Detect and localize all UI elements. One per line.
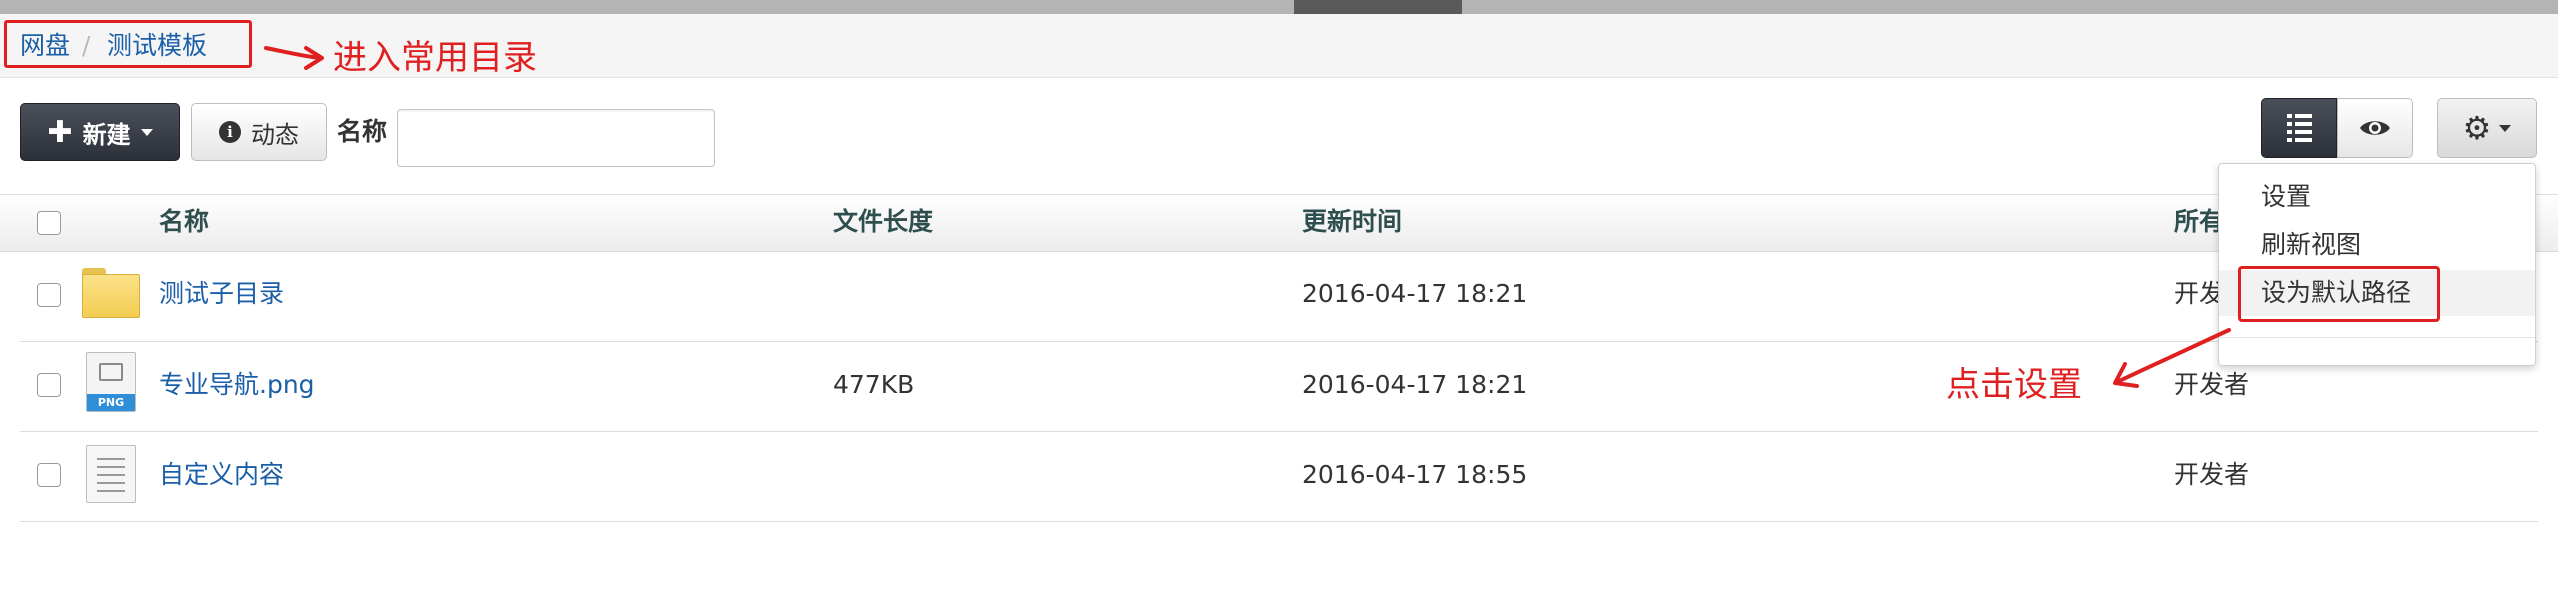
file-name-link[interactable]: 自定义内容: [159, 460, 284, 490]
info-icon: i: [219, 121, 241, 143]
annotation-breadcrumb-note: 进入常用目录: [333, 38, 537, 78]
file-name-link[interactable]: 测试子目录: [159, 279, 284, 309]
file-owner: 开发者: [2174, 460, 2250, 489]
eye-icon: [2360, 121, 2390, 135]
row-checkbox[interactable]: [37, 283, 61, 307]
folder-icon: [82, 268, 140, 318]
preview-view-button[interactable]: [2337, 98, 2413, 158]
settings-dropdown-menu: 设置 刷新视图 设为默认路径: [2218, 163, 2536, 366]
new-button-label: 新建: [82, 120, 131, 149]
menu-divider: [2219, 337, 2535, 338]
menu-item-highlight-box: [2238, 266, 2440, 322]
row-checkbox[interactable]: [37, 373, 61, 397]
settings-dropdown-button[interactable]: ⚙: [2437, 98, 2537, 158]
file-updated-time: 2016-04-17 18:55: [1302, 460, 1528, 489]
row-divider: [20, 521, 2538, 522]
row-checkbox[interactable]: [37, 463, 61, 487]
top-tab-active[interactable]: [1294, 0, 1462, 14]
gear-icon: ⚙: [2462, 109, 2492, 147]
list-icon: [2286, 114, 2312, 142]
activity-button-label: 动态: [251, 120, 299, 149]
file-updated-time: 2016-04-17 18:21: [1302, 279, 1528, 308]
image-file-icon: PNG: [86, 352, 136, 412]
file-name-link[interactable]: 专业导航.png: [159, 370, 315, 400]
list-view-button[interactable]: [2261, 98, 2337, 158]
file-updated-time: 2016-04-17 18:21: [1302, 370, 1528, 399]
annotation-arrow-settings: [2113, 328, 2231, 388]
plus-icon: ✚: [47, 114, 73, 150]
activity-button[interactable]: i 动态: [191, 103, 327, 161]
file-size: 477KB: [833, 370, 915, 399]
annotation-arrow-breadcrumb: [264, 46, 324, 70]
chevron-down-icon: [140, 128, 153, 136]
breadcrumb-highlight-box: [4, 20, 252, 68]
document-file-icon: [86, 445, 136, 503]
menu-item-refresh-view[interactable]: 刷新视图: [2219, 222, 2535, 268]
column-header-name[interactable]: 名称: [159, 207, 209, 237]
row-divider: [20, 431, 2538, 432]
name-filter-input[interactable]: [397, 109, 715, 167]
top-tab-strip: [0, 0, 2558, 14]
column-header-size[interactable]: 文件长度: [833, 207, 933, 237]
chevron-down-icon: [2499, 124, 2512, 132]
select-all-checkbox[interactable]: [37, 211, 61, 235]
new-button[interactable]: ✚ 新建: [20, 103, 180, 161]
annotation-settings-note: 点击设置: [1946, 365, 2082, 405]
name-filter-label: 名称: [337, 117, 388, 146]
column-header-updated[interactable]: 更新时间: [1302, 207, 1402, 237]
menu-item-settings[interactable]: 设置: [2219, 174, 2535, 220]
